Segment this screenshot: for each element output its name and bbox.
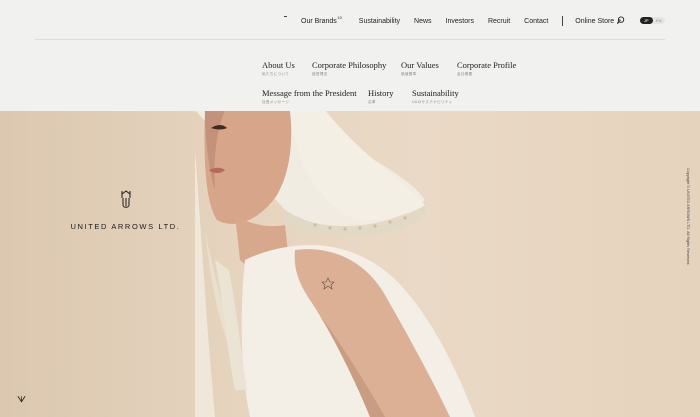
- menu-sustainability[interactable]: Sustainability UAのサステナビリティ: [412, 88, 459, 105]
- menu-sublabel: 会社概要: [457, 72, 473, 76]
- menu-label: History: [368, 88, 394, 98]
- global-nav: Our Brands 10 Sustainability News Investo…: [301, 14, 635, 28]
- copyright-notice: Copyright © UNITED ARROWS LTD. All Right…: [683, 168, 691, 288]
- menu-label: Message from the President: [262, 88, 357, 98]
- menu-message-from-president[interactable]: Message from the President 社長メッセージ: [262, 88, 357, 105]
- menu-sublabel: 社長メッセージ: [262, 100, 290, 104]
- nav-news[interactable]: News: [414, 18, 432, 25]
- nav-contact[interactable]: Contact: [524, 18, 548, 25]
- scroll-down-icon[interactable]: [17, 394, 26, 404]
- brand-count-badge: 10: [337, 14, 342, 20]
- brand-name: UNITED ARROWS LTD.: [70, 222, 181, 231]
- online-store-label: Online Store: [575, 17, 615, 25]
- menu-corporate-profile[interactable]: Corporate Profile 会社概要: [457, 60, 516, 77]
- language-switcher[interactable]: JP EN: [640, 17, 665, 24]
- hero-model-image: [195, 110, 475, 417]
- header-divider: [35, 39, 665, 40]
- arrows-logo-icon: [121, 190, 130, 208]
- menu-corporate-philosophy[interactable]: Corporate Philosophy 経営理念: [312, 60, 386, 77]
- menu-label: Corporate Profile: [457, 60, 517, 70]
- menu-label: About Us: [262, 60, 295, 70]
- nav-our-brands[interactable]: Our Brands 10: [301, 15, 342, 25]
- menu-our-values[interactable]: Our Values 価値基準: [401, 60, 439, 77]
- menu-label: Corporate Philosophy: [312, 60, 387, 70]
- menu-sublabel: 沿革: [368, 100, 376, 104]
- menu-sublabel: 経営理念: [312, 72, 328, 76]
- nav-label: Our Brands: [301, 17, 337, 25]
- nav-online-store[interactable]: Online Store↗: [575, 18, 621, 25]
- menu-about-us[interactable]: About Us 私たちについて: [262, 60, 295, 77]
- menu-label: Our Values: [401, 60, 439, 70]
- menu-label: Sustainability: [412, 88, 459, 98]
- header-mega-menu: Our Brands 10 Sustainability News Investo…: [0, 0, 700, 111]
- menu-sublabel: UAのサステナビリティ: [412, 100, 453, 104]
- nav-sustainability[interactable]: Sustainability: [359, 18, 400, 25]
- copyright-text: Copyright © UNITED ARROWS LTD. All Right…: [686, 168, 690, 266]
- menu-sublabel: 私たちについて: [262, 72, 290, 76]
- lang-jp[interactable]: JP: [640, 17, 653, 24]
- hero-visual: UNITED ARROWS LTD.: [0, 110, 700, 417]
- nav-recruit[interactable]: Recruit: [488, 18, 510, 25]
- menu-history[interactable]: History 沿革: [368, 88, 394, 105]
- nav-investors[interactable]: Investors: [446, 18, 474, 25]
- brand-logo[interactable]: UNITED ARROWS LTD.: [68, 190, 183, 234]
- search-icon[interactable]: [617, 16, 626, 25]
- nav-divider: [562, 16, 564, 26]
- lang-en[interactable]: EN: [653, 17, 666, 24]
- menu-sublabel: 価値基準: [401, 72, 417, 76]
- nav-marker: [284, 16, 287, 17]
